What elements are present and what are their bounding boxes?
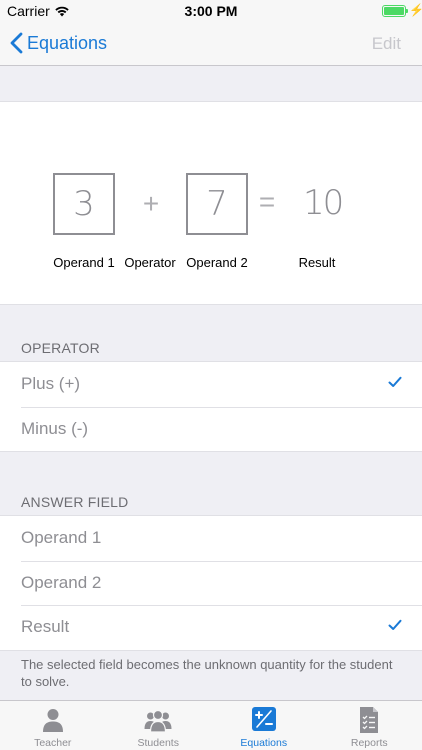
answer-section-footer: The selected field becomes the unknown q… <box>21 657 393 689</box>
answer-option-operand2[interactable]: Operand 2 <box>0 560 422 606</box>
tab-label: Reports <box>350 737 388 749</box>
operator-option-plus[interactable]: Plus (+) <box>0 362 422 407</box>
back-button[interactable]: Equations <box>10 32 107 54</box>
person-icon <box>42 709 63 732</box>
caption-operand2: Operand 2 <box>186 255 248 270</box>
tab-students[interactable]: Students <box>106 701 212 750</box>
checkmark-icon <box>388 619 402 630</box>
back-button-label: Equations <box>27 32 108 53</box>
tab-label: Students <box>137 737 179 749</box>
plus-minus-icon <box>251 707 276 731</box>
chevron-left-icon <box>10 32 23 54</box>
equation-preview: 3 + 7 = 10 Operand 1 Operator Operand 2 … <box>0 101 422 305</box>
answer-option-operand1[interactable]: Operand 1 <box>0 516 422 561</box>
answer-section-header: ANSWER FIELD <box>21 494 129 510</box>
report-icon <box>360 707 379 733</box>
navigation-bar: Equations Edit <box>0 22 422 66</box>
clock: 3:00 PM <box>184 3 238 19</box>
answer-option-result[interactable]: Result <box>0 605 422 650</box>
battery-icon <box>382 5 406 17</box>
tab-bar: Teacher Students Equations Reports <box>0 700 422 750</box>
option-label: Minus (-) <box>21 418 89 438</box>
operand1-box: 3 <box>53 173 115 235</box>
option-label: Plus (+) <box>21 374 81 394</box>
charging-icon: ⚡ <box>409 3 422 17</box>
option-label: Operand 2 <box>21 572 102 592</box>
caption-operator: Operator <box>124 255 176 270</box>
checkmark-icon <box>388 376 402 387</box>
tab-teacher[interactable]: Teacher <box>0 701 106 750</box>
status-bar: Carrier 3:00 PM ⚡ <box>0 0 422 22</box>
caption-operand1: Operand 1 <box>53 255 115 270</box>
operator-symbol: + <box>142 188 160 219</box>
tab-reports[interactable]: Reports <box>317 701 422 750</box>
answer-field-list: Operand 1 Operand 2 Result <box>0 515 422 651</box>
caption-result: Result <box>298 255 336 270</box>
operator-list: Plus (+) Minus (-) <box>0 361 422 452</box>
operator-option-minus[interactable]: Minus (-) <box>0 406 422 452</box>
group-icon <box>144 709 172 733</box>
result-value: 10 <box>303 183 344 223</box>
equals-sign: = <box>258 186 276 217</box>
operator-section-header: OPERATOR <box>21 340 100 356</box>
option-label: Result <box>21 617 70 637</box>
operand2-box: 7 <box>186 173 248 235</box>
battery-nub <box>406 9 408 13</box>
tab-label: Equations <box>240 737 288 749</box>
option-label: Operand 1 <box>21 528 102 548</box>
tab-equations[interactable]: Equations <box>211 701 317 750</box>
edit-button[interactable]: Edit <box>372 34 401 54</box>
tab-label: Teacher <box>34 737 72 749</box>
